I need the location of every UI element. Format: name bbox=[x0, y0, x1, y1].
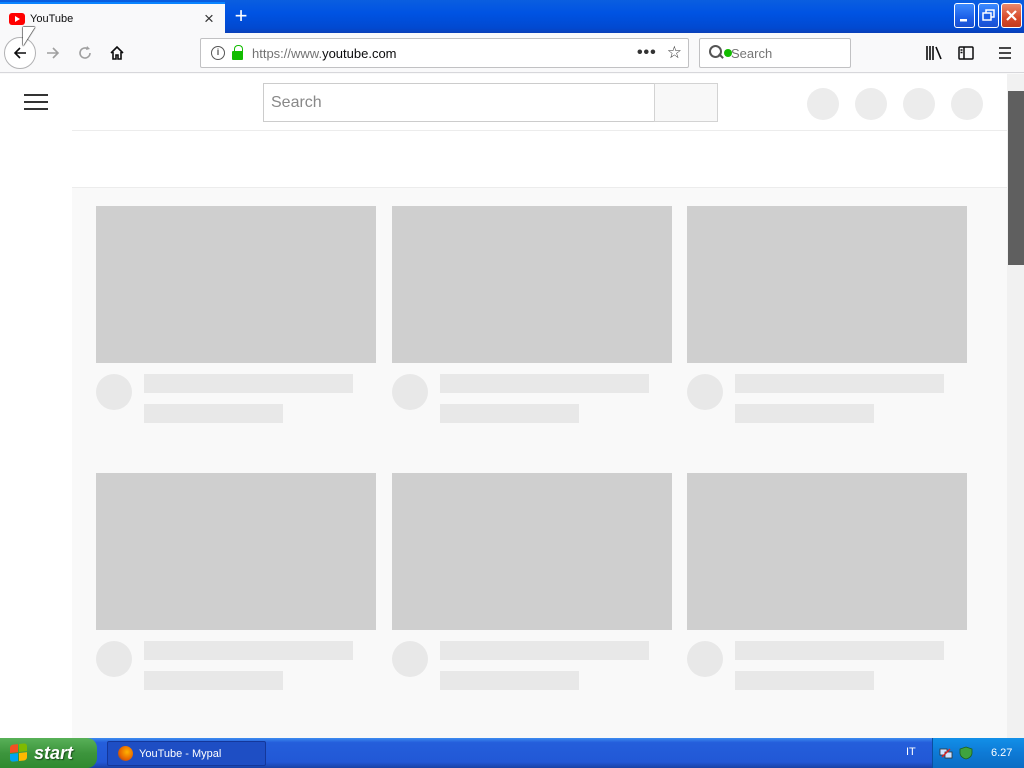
reload-button[interactable] bbox=[69, 37, 101, 69]
youtube-page bbox=[0, 74, 1024, 738]
taskbar-item-browser[interactable]: YouTube - Mypal bbox=[107, 741, 266, 766]
mouse-cursor bbox=[23, 27, 35, 46]
title-placeholder bbox=[735, 641, 944, 660]
title-placeholder bbox=[144, 641, 353, 660]
taskbar: start YouTube - Mypal IT 6.27 bbox=[0, 738, 1024, 768]
open-menu-button[interactable] bbox=[989, 37, 1021, 69]
language-indicator[interactable]: IT bbox=[906, 746, 916, 758]
youtube-search-input[interactable] bbox=[263, 83, 655, 122]
new-tab-button[interactable]: + bbox=[229, 4, 253, 28]
search-icon bbox=[709, 45, 732, 61]
library-button[interactable] bbox=[918, 37, 950, 69]
channel-avatar-placeholder bbox=[392, 641, 428, 677]
secure-lock-icon bbox=[232, 44, 243, 60]
clock[interactable]: 6.27 bbox=[991, 747, 1012, 759]
browser-search-box[interactable] bbox=[699, 38, 851, 68]
channel-avatar-placeholder bbox=[392, 374, 428, 410]
browser-search-input[interactable] bbox=[731, 45, 841, 61]
forward-arrow-icon bbox=[47, 47, 60, 59]
start-button[interactable]: start bbox=[0, 738, 97, 768]
back-arrow-icon bbox=[13, 47, 26, 59]
chip-bar-placeholder bbox=[72, 130, 1007, 188]
start-label: start bbox=[34, 742, 74, 763]
masthead-placeholder-icon[interactable] bbox=[807, 88, 839, 120]
url-scheme: https://www. bbox=[252, 45, 323, 61]
network-icon[interactable] bbox=[939, 746, 953, 760]
scrollbar-thumb[interactable] bbox=[1008, 91, 1024, 265]
meta-placeholder bbox=[440, 671, 579, 690]
close-window-button[interactable] bbox=[1001, 3, 1022, 28]
meta-placeholder bbox=[440, 404, 579, 423]
url-text[interactable]: https://www.youtube.com bbox=[252, 46, 637, 61]
youtube-masthead bbox=[0, 74, 1007, 130]
youtube-search-button[interactable] bbox=[654, 83, 718, 122]
thumbnail-placeholder bbox=[392, 206, 672, 363]
sidebar-icon bbox=[958, 46, 974, 60]
video-card-skeleton[interactable] bbox=[392, 473, 672, 693]
url-domain: youtube.com bbox=[322, 45, 397, 61]
guide-sidebar bbox=[0, 130, 72, 738]
tab-title: YouTube bbox=[30, 12, 74, 25]
channel-avatar-placeholder bbox=[96, 374, 132, 410]
taskbar-item-label: YouTube - Mypal bbox=[139, 747, 222, 760]
tab-close-icon[interactable]: × bbox=[197, 7, 221, 31]
channel-avatar-placeholder bbox=[96, 641, 132, 677]
masthead-placeholder-icon[interactable] bbox=[903, 88, 935, 120]
windows-logo-icon bbox=[10, 743, 28, 763]
title-placeholder bbox=[735, 374, 944, 393]
thumbnail-placeholder bbox=[687, 206, 967, 363]
title-placeholder bbox=[144, 374, 353, 393]
thumbnail-placeholder bbox=[392, 473, 672, 630]
channel-avatar-placeholder bbox=[687, 374, 723, 410]
system-tray: 6.27 bbox=[932, 738, 1024, 768]
video-card-skeleton[interactable] bbox=[687, 473, 967, 693]
meta-placeholder bbox=[144, 404, 283, 423]
mypal-browser-icon bbox=[118, 746, 133, 761]
minimize-button[interactable] bbox=[954, 3, 975, 28]
hamburger-menu-icon bbox=[999, 47, 1011, 59]
title-placeholder bbox=[440, 641, 649, 660]
forward-button[interactable] bbox=[37, 37, 69, 69]
masthead-placeholder-icon[interactable] bbox=[855, 88, 887, 120]
meta-placeholder bbox=[735, 404, 874, 423]
security-shield-icon[interactable] bbox=[959, 746, 973, 760]
page-actions-icon[interactable]: ••• bbox=[637, 44, 657, 62]
guide-menu-icon[interactable] bbox=[24, 94, 48, 110]
sidebar-button[interactable] bbox=[950, 37, 982, 69]
reload-icon bbox=[79, 46, 91, 59]
channel-avatar-placeholder bbox=[687, 641, 723, 677]
thumbnail-placeholder bbox=[96, 206, 376, 363]
tab-strip: YouTube × + bbox=[0, 0, 1024, 33]
video-card-skeleton[interactable] bbox=[392, 206, 672, 426]
avatar[interactable] bbox=[951, 88, 983, 120]
video-card-skeleton[interactable] bbox=[96, 206, 376, 426]
meta-placeholder bbox=[735, 671, 874, 690]
home-icon bbox=[110, 45, 124, 60]
video-card-skeleton[interactable] bbox=[96, 473, 376, 693]
title-placeholder bbox=[440, 374, 649, 393]
video-card-skeleton[interactable] bbox=[687, 206, 967, 426]
bookmark-star-icon[interactable]: ☆ bbox=[667, 43, 682, 63]
youtube-favicon-icon bbox=[9, 12, 25, 25]
home-button[interactable] bbox=[101, 37, 133, 69]
thumbnail-placeholder bbox=[96, 473, 376, 630]
library-icon bbox=[926, 46, 942, 60]
site-info-icon[interactable]: i bbox=[211, 46, 225, 60]
meta-placeholder bbox=[144, 671, 283, 690]
navigation-toolbar: i https://www.youtube.com ••• ☆ bbox=[0, 33, 1024, 73]
restore-button[interactable] bbox=[978, 3, 999, 28]
thumbnail-placeholder bbox=[687, 473, 967, 630]
address-bar[interactable]: i https://www.youtube.com ••• ☆ bbox=[200, 38, 689, 68]
